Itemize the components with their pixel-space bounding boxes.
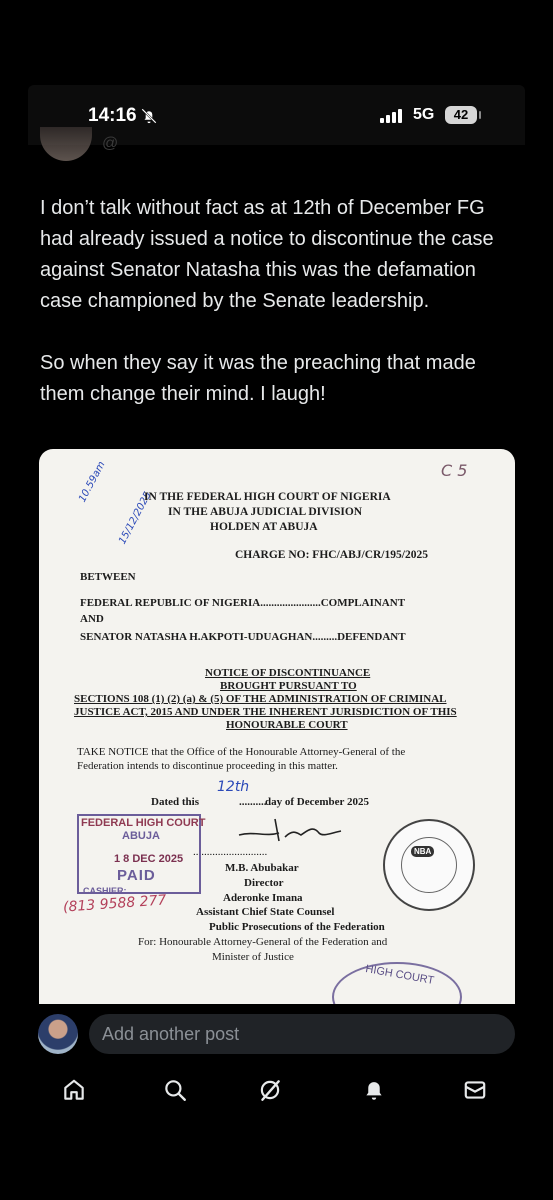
signature-dots: ........................... <box>193 846 268 858</box>
author-handle-blurred: @ <box>102 135 119 152</box>
court-heading-1: IN THE FEDERAL HIGH COURT OF NIGERIA <box>144 491 391 503</box>
signer-name-2: Aderonke Imana <box>223 892 303 904</box>
screenshot-frame: 14:16 5G 42 @ I don’t talk without fact … <box>28 85 525 1157</box>
stamp-city: ABUJA <box>122 830 160 842</box>
handwritten-phone: (813 9588 277 <box>62 892 167 916</box>
post-body-text: I don’t talk without fact as at 12th of … <box>40 197 494 405</box>
network-type: 5G <box>413 106 435 123</box>
tab-home[interactable] <box>61 1077 91 1107</box>
notice-subtitle: BROUGHT PURSUANT TO <box>220 680 357 692</box>
author-avatar[interactable] <box>40 127 92 161</box>
signer-ministry: Minister of Justice <box>212 951 294 963</box>
stamp-cashier: CASHIER: <box>83 886 127 896</box>
user-avatar[interactable] <box>38 1014 78 1054</box>
bottom-tab-bar <box>28 1065 525 1125</box>
signer-title-2: Assistant Chief State Counsel <box>196 906 335 918</box>
handwritten-time: 10.59am <box>77 459 108 505</box>
grok-icon <box>260 1080 280 1101</box>
status-bar: 14:16 5G 42 @ <box>28 85 525 161</box>
court-heading-2: IN THE ABUJA JUDICIAL DIVISION <box>168 506 363 518</box>
signature-icon <box>238 818 342 842</box>
stamp-court-name: FEDERAL HIGH COURT <box>81 817 206 829</box>
dated-prefix: Dated this <box>151 796 199 808</box>
battery-indicator: 42 <box>445 106 477 124</box>
tab-messages[interactable] <box>462 1077 492 1107</box>
search-icon <box>165 1080 186 1101</box>
charge-number: CHARGE NO: FHC/ABJ/CR/195/2025 <box>235 549 428 561</box>
complainant-line: FEDERAL REPUBLIC OF NIGERIA.............… <box>80 597 406 609</box>
handwritten-day: 12th <box>217 779 250 795</box>
notice-title: NOTICE OF DISCONTINUANCE <box>205 667 371 679</box>
add-post-input[interactable]: Add another post <box>89 1014 515 1054</box>
bell-muted-icon <box>141 108 157 124</box>
signer-name-1: M.B. Abubakar <box>225 862 299 874</box>
messages-icon <box>464 1081 486 1099</box>
post-author-row[interactable]: @ <box>28 127 525 163</box>
notice-act: JUSTICE ACT, 2015 AND UNDER THE INHERENT… <box>74 706 457 718</box>
between-label: BETWEEN <box>80 571 136 583</box>
take-notice-line-1: TAKE NOTICE that the Office of the Honou… <box>77 746 406 758</box>
tab-notifications[interactable] <box>361 1077 391 1107</box>
notice-sections: SECTIONS 108 (1) (2) (a) & (5) OF THE AD… <box>74 693 447 705</box>
signer-department: Public Prosecutions of the Federation <box>209 921 385 933</box>
battery-tip-icon <box>479 111 481 119</box>
stamp-date: 1 8 DEC 2025 <box>114 853 184 865</box>
notifications-icon <box>366 1082 382 1100</box>
signer-for-line: For: Honourable Attorney-General of the … <box>138 936 388 948</box>
tab-search[interactable] <box>162 1077 192 1107</box>
signer-title-1: Director <box>244 877 284 889</box>
dated-dots: .......... <box>239 796 267 808</box>
cellular-signal-icon <box>380 109 402 123</box>
tab-grok[interactable] <box>257 1077 287 1107</box>
court-heading-3: HOLDEN AT ABUJA <box>210 521 318 533</box>
stamp-status: PAID <box>117 867 156 884</box>
handwritten-reference: C 5 <box>441 461 468 480</box>
defendant-line: SENATOR NATASHA H.AKPOTI-UDUAGHAN.......… <box>80 631 406 643</box>
notice-court: HONOURABLE COURT <box>226 719 348 731</box>
and-label: AND <box>80 613 104 625</box>
seal-label: NBA <box>411 846 435 857</box>
status-time: 14:16 <box>88 105 137 126</box>
post-attached-image[interactable]: C 5 10.59am 15/12/2025 IN THE FEDERAL HI… <box>39 449 515 1004</box>
take-notice-line-2: Federation intends to discontinue procee… <box>77 760 338 772</box>
dated-suffix: day of December 2025 <box>265 796 369 808</box>
home-icon <box>64 1079 84 1100</box>
